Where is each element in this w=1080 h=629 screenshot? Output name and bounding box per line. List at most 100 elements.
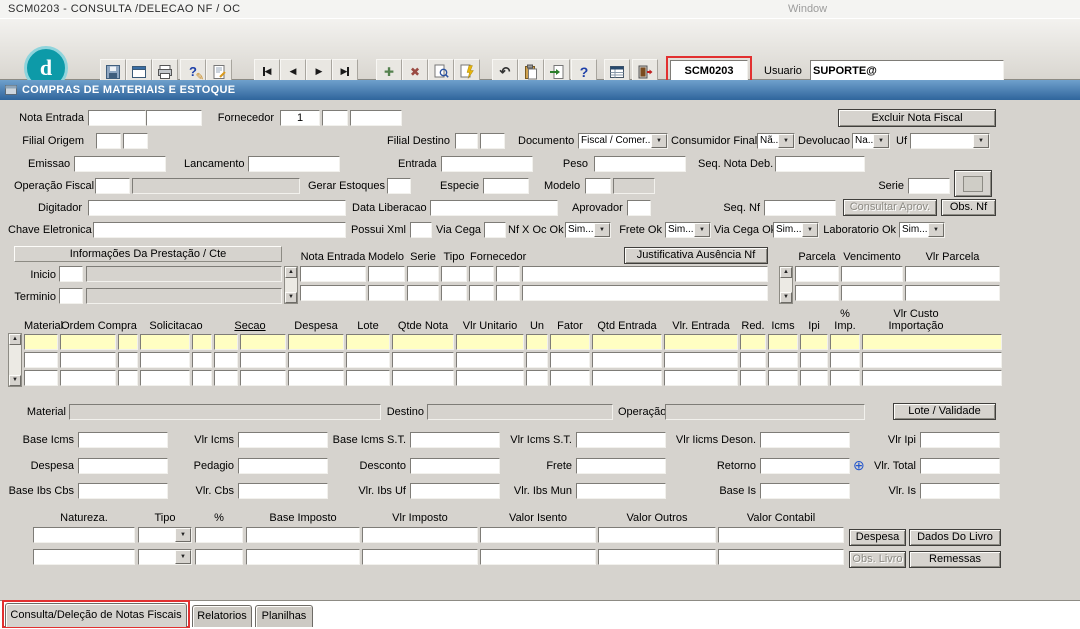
devolucao-combo[interactable]: Na...▼: [852, 133, 890, 149]
vlr-imposto-cell[interactable]: [362, 527, 478, 543]
grid-cell[interactable]: [862, 370, 1002, 386]
grid-cell[interactable]: [118, 334, 138, 350]
parcela-cell[interactable]: [841, 285, 903, 301]
grid-cell[interactable]: [550, 370, 590, 386]
usuario-field[interactable]: [810, 60, 1004, 81]
grid-cell[interactable]: [592, 370, 662, 386]
grid-cell[interactable]: [24, 370, 58, 386]
grid-cell[interactable]: [392, 334, 454, 350]
fornecedor-digit-field[interactable]: [322, 110, 348, 126]
nota-entrada-field-2[interactable]: [146, 110, 202, 126]
nf-cell[interactable]: [496, 285, 520, 301]
grid-cell[interactable]: [740, 334, 766, 350]
desconto-field[interactable]: [410, 458, 500, 474]
nf-cell[interactable]: [441, 266, 467, 282]
vlr-cbs-field[interactable]: [238, 483, 328, 499]
chave-eletronica-field[interactable]: [93, 222, 346, 238]
vlr-total-field[interactable]: [920, 458, 1000, 474]
grid-cell[interactable]: [830, 352, 860, 368]
despesa-field[interactable]: [78, 458, 168, 474]
parcela-cell[interactable]: [795, 285, 839, 301]
dropdown-arrow-icon[interactable]: ▼: [778, 134, 794, 148]
filial-destino-field[interactable]: [455, 133, 478, 149]
nf-cell[interactable]: [469, 266, 494, 282]
dropdown-arrow-icon[interactable]: ▼: [928, 223, 944, 237]
grid-cell[interactable]: [392, 370, 454, 386]
vlr-imposto-cell[interactable]: [362, 549, 478, 565]
vlr-icms-st-field[interactable]: [576, 432, 666, 448]
vlr-icms-deson-field[interactable]: [760, 432, 850, 448]
grid-cell[interactable]: [192, 370, 212, 386]
nf-cell[interactable]: [300, 266, 366, 282]
grid-cell[interactable]: [830, 370, 860, 386]
excluir-nota-fiscal-button[interactable]: Excluir Nota Fiscal: [838, 109, 996, 127]
documento-combo[interactable]: Fiscal / Comer...▼: [578, 133, 668, 149]
pedagio-field[interactable]: [238, 458, 328, 474]
tipo-combo[interactable]: ▼: [138, 549, 192, 565]
via-cega-ok-combo[interactable]: Sim...▼: [773, 222, 819, 238]
tab-relatorios[interactable]: Relatorios: [192, 605, 252, 627]
grid-cell[interactable]: [664, 334, 738, 350]
base-imposto-cell[interactable]: [246, 527, 360, 543]
dropdown-arrow-icon[interactable]: ▼: [802, 223, 818, 237]
nf-cell[interactable]: [407, 266, 439, 282]
base-icms-field[interactable]: [78, 432, 168, 448]
valor-outros-cell[interactable]: [598, 527, 716, 543]
program-code-field[interactable]: [670, 60, 748, 81]
vlr-ipi-field[interactable]: [920, 432, 1000, 448]
serie-field[interactable]: [908, 178, 950, 194]
filial-origem-field-2[interactable]: [123, 133, 148, 149]
base-icms-st-field[interactable]: [410, 432, 500, 448]
grid-cell[interactable]: [60, 352, 116, 368]
dropdown-arrow-icon[interactable]: ▼: [873, 134, 889, 148]
grid-cell[interactable]: [550, 352, 590, 368]
grid-cell[interactable]: [664, 370, 738, 386]
seq-nf-field[interactable]: [764, 200, 836, 216]
uf-combo[interactable]: ▼: [910, 133, 990, 149]
grid-cell[interactable]: [862, 334, 1002, 350]
parcela-cell[interactable]: [905, 285, 1000, 301]
grid-cell[interactable]: [800, 334, 828, 350]
justificativa-ausencia-nf-button[interactable]: Justificativa Ausência Nf: [624, 247, 768, 264]
despesa-button[interactable]: Despesa: [849, 529, 906, 546]
natureza-cell[interactable]: [33, 527, 135, 543]
grid-cell[interactable]: [740, 370, 766, 386]
nf-cell[interactable]: [441, 285, 467, 301]
possui-xml-field[interactable]: [410, 222, 432, 238]
grid-cell[interactable]: [140, 352, 190, 368]
percent-cell[interactable]: [195, 527, 243, 543]
menu-window[interactable]: Window: [788, 3, 827, 16]
digitador-field[interactable]: [88, 200, 346, 216]
grid-cell[interactable]: [60, 370, 116, 386]
vlr-ibs-uf-field[interactable]: [410, 483, 500, 499]
grid-cell[interactable]: [768, 334, 798, 350]
grid-cell[interactable]: [526, 370, 548, 386]
fornecedor-extra-field[interactable]: [350, 110, 402, 126]
grid-cell[interactable]: [288, 352, 344, 368]
grid-cell[interactable]: [118, 370, 138, 386]
grid-cell[interactable]: [664, 352, 738, 368]
grid-cell[interactable]: [118, 352, 138, 368]
consumidor-final-combo[interactable]: Nã...▼: [757, 133, 795, 149]
dropdown-arrow-icon[interactable]: ▼: [594, 223, 610, 237]
grid-cell[interactable]: [592, 352, 662, 368]
grid-cell[interactable]: [140, 370, 190, 386]
grid-cell[interactable]: [456, 370, 524, 386]
grid-cell[interactable]: [862, 352, 1002, 368]
grid-cell[interactable]: [346, 370, 390, 386]
grid-cell[interactable]: [288, 370, 344, 386]
nf-cell[interactable]: [407, 285, 439, 301]
obs-livro-button[interactable]: Obs. Livro: [849, 551, 906, 568]
base-is-field[interactable]: [760, 483, 850, 499]
grid-cell[interactable]: [60, 334, 116, 350]
grid-cell[interactable]: [288, 334, 344, 350]
grid-cell[interactable]: [240, 334, 286, 350]
dropdown-arrow-icon[interactable]: ▼: [175, 528, 191, 542]
gerar-estoques-field[interactable]: [387, 178, 411, 194]
grid-cell[interactable]: [240, 370, 286, 386]
parcela-cell[interactable]: [905, 266, 1000, 282]
especie-field[interactable]: [483, 178, 529, 194]
grid-cell[interactable]: [830, 334, 860, 350]
grid-cell[interactable]: [526, 334, 548, 350]
grid-cell[interactable]: [768, 352, 798, 368]
